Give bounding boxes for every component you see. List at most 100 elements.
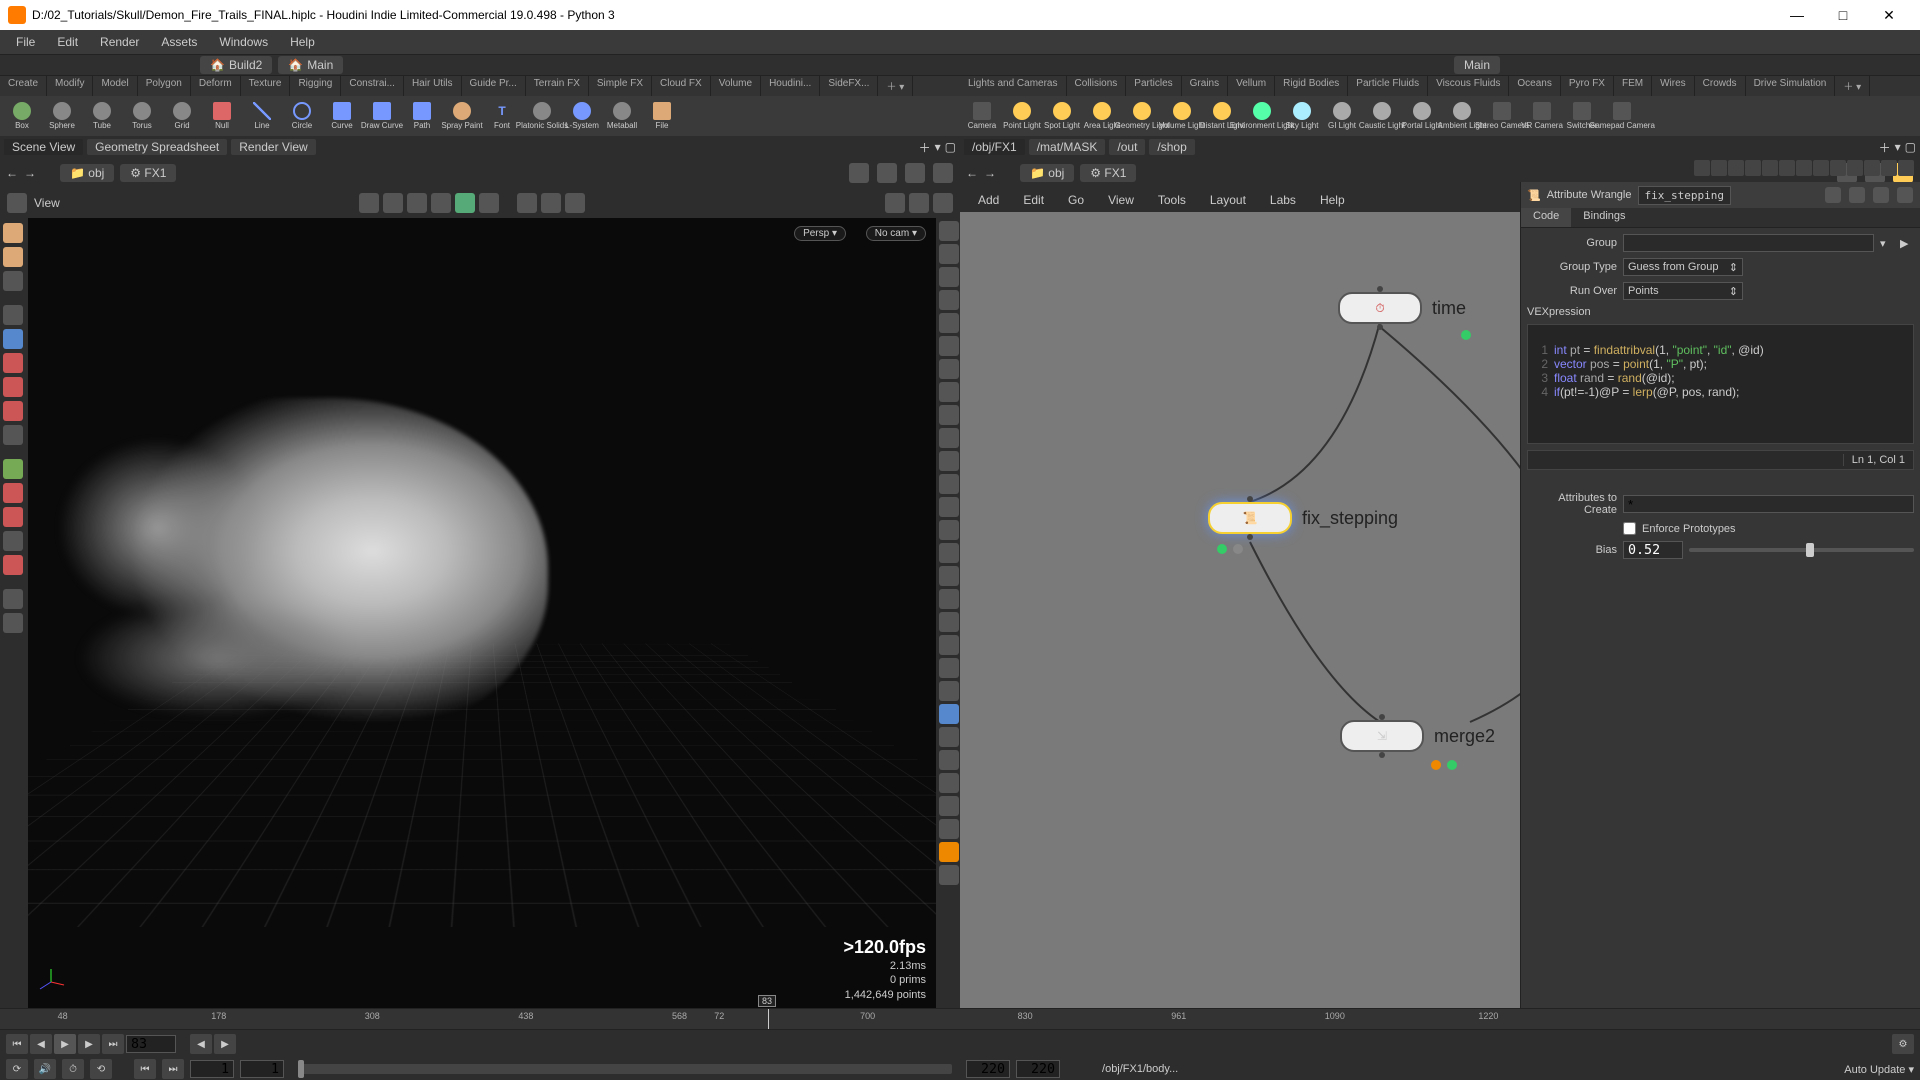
- link-icon[interactable]: [877, 163, 897, 183]
- path-fx1[interactable]: ⚙ FX1: [120, 164, 176, 182]
- add-panetab-icon[interactable]: ＋: [1879, 139, 1891, 156]
- net-toolbtn-icon[interactable]: [1847, 160, 1863, 176]
- nav-back-icon[interactable]: ←: [966, 166, 978, 180]
- goto-start-button[interactable]: ⏮: [6, 1034, 28, 1054]
- red-tool-icon[interactable]: [3, 507, 23, 527]
- tool-camera[interactable]: Camera: [962, 98, 1002, 134]
- tool-skylight[interactable]: Sky Light: [1282, 98, 1322, 134]
- tool-icon[interactable]: [3, 271, 23, 291]
- range-startb-field[interactable]: [240, 1060, 284, 1078]
- shelftab[interactable]: FEM: [1614, 76, 1652, 96]
- search-icon[interactable]: [1873, 187, 1889, 203]
- net-search-icon[interactable]: [1881, 160, 1897, 176]
- pin-build[interactable]: 🏠 Build2: [200, 56, 272, 74]
- net-toolbtn-icon[interactable]: [1796, 160, 1812, 176]
- tool-sphere[interactable]: Sphere: [42, 98, 82, 134]
- tool-drawcurve[interactable]: Draw Curve: [362, 98, 402, 134]
- display-icon[interactable]: [939, 750, 959, 770]
- menu-render[interactable]: Render: [90, 33, 149, 51]
- tool-file[interactable]: File: [642, 98, 682, 134]
- current-frame-field[interactable]: [126, 1035, 176, 1053]
- tool-icon[interactable]: [3, 425, 23, 445]
- net-toolbtn-icon[interactable]: [1728, 160, 1744, 176]
- display-icon[interactable]: [939, 497, 959, 517]
- display-icon[interactable]: [939, 612, 959, 632]
- shelftab[interactable]: Modify: [47, 76, 93, 96]
- nav-back-icon[interactable]: ←: [6, 166, 18, 180]
- nav-fwd-icon[interactable]: →: [24, 166, 36, 180]
- display-icon[interactable]: [939, 796, 959, 816]
- play-back-button[interactable]: ▶: [54, 1034, 76, 1054]
- maximize-button[interactable]: □: [1820, 0, 1866, 30]
- runover-dropdown[interactable]: Points⇕: [1623, 282, 1743, 300]
- tool-icon[interactable]: [3, 589, 23, 609]
- tool-line[interactable]: Line: [242, 98, 282, 134]
- gear2-icon[interactable]: [565, 193, 585, 213]
- shelftab[interactable]: Oceans: [1509, 76, 1560, 96]
- enforce-checkbox[interactable]: [1623, 522, 1636, 535]
- sel-pts-icon[interactable]: [383, 193, 403, 213]
- maximize-pane-icon[interactable]: ▢: [1905, 140, 1916, 154]
- net-toolbtn-icon[interactable]: [1813, 160, 1829, 176]
- panetab-menu-icon[interactable]: ▾: [1895, 140, 1901, 154]
- sel-group-icon[interactable]: [479, 193, 499, 213]
- shelftab[interactable]: Viscous Fluids: [1428, 76, 1509, 96]
- tool-vrcam[interactable]: VR Camera: [1522, 98, 1562, 134]
- camera-dropdown[interactable]: No cam ▾: [866, 226, 926, 241]
- realtime-toggle[interactable]: ⟳: [6, 1059, 28, 1079]
- tool-stereocam[interactable]: Stereo Camera: [1482, 98, 1522, 134]
- net-help-icon[interactable]: [1898, 160, 1914, 176]
- shelftab[interactable]: Rigging: [290, 76, 341, 96]
- tool-metaball[interactable]: Metaball: [602, 98, 642, 134]
- net-toolbtn-icon[interactable]: [1762, 160, 1778, 176]
- display-icon[interactable]: [939, 681, 959, 701]
- tool-volumelight[interactable]: Volume Light: [1162, 98, 1202, 134]
- display-icon[interactable]: [939, 359, 959, 379]
- warning-icon[interactable]: [939, 842, 959, 862]
- lock-icon[interactable]: [3, 329, 23, 349]
- tool-torus[interactable]: Torus: [122, 98, 162, 134]
- move-tool-icon[interactable]: [3, 305, 23, 325]
- pin-icon[interactable]: [849, 163, 869, 183]
- shelftab[interactable]: Particles: [1126, 76, 1181, 96]
- shelftab[interactable]: SideFX...: [820, 76, 878, 96]
- display-icon[interactable]: [939, 727, 959, 747]
- red-tool-icon[interactable]: [3, 401, 23, 421]
- range-end-btn[interactable]: ⏭: [162, 1059, 184, 1079]
- shelftab[interactable]: Pyro FX: [1561, 76, 1614, 96]
- prev-key-button[interactable]: ◀: [190, 1034, 212, 1054]
- netmenu-help[interactable]: Help: [1310, 191, 1355, 209]
- range-end-field[interactable]: [966, 1060, 1010, 1078]
- view-icon[interactable]: [7, 193, 27, 213]
- shelftab-add[interactable]: ＋ ▾: [1835, 76, 1870, 96]
- display-icon[interactable]: [939, 405, 959, 425]
- display-icon[interactable]: [939, 658, 959, 678]
- menu-file[interactable]: File: [6, 33, 45, 51]
- net-toolbtn-icon[interactable]: [1864, 160, 1880, 176]
- menu-assets[interactable]: Assets: [151, 33, 207, 51]
- close-button[interactable]: ✕: [1866, 0, 1912, 30]
- display-icon[interactable]: [939, 313, 959, 333]
- timeline-ruler[interactable]: 48 178 308 438 568 72 700 830 961 1090 1…: [0, 1008, 1920, 1030]
- display-icon[interactable]: [939, 382, 959, 402]
- path-obj[interactable]: 📁 obj: [1020, 164, 1074, 182]
- node-time[interactable]: ⏱ time: [1338, 292, 1422, 324]
- shelftab[interactable]: Lights and Cameras: [960, 76, 1067, 96]
- display-icon[interactable]: [939, 221, 959, 241]
- shelftab[interactable]: Drive Simulation: [1746, 76, 1836, 96]
- sel-obj-icon[interactable]: [359, 193, 379, 213]
- tool-portallight[interactable]: Portal Light: [1402, 98, 1442, 134]
- range-start-field[interactable]: [190, 1060, 234, 1078]
- shelftab[interactable]: Grains: [1182, 76, 1228, 96]
- display-icon[interactable]: [939, 267, 959, 287]
- tool-path[interactable]: Path: [402, 98, 442, 134]
- link2-icon[interactable]: [905, 163, 925, 183]
- display-icon[interactable]: [939, 543, 959, 563]
- shelftab[interactable]: Hair Utils: [404, 76, 462, 96]
- shelftab[interactable]: Polygon: [138, 76, 191, 96]
- display-icon[interactable]: [939, 819, 959, 839]
- green-tool-icon[interactable]: [3, 459, 23, 479]
- add-panetab-icon[interactable]: ＋: [919, 139, 931, 156]
- tool-grid[interactable]: Grid: [162, 98, 202, 134]
- path-obj[interactable]: 📁 obj: [60, 164, 114, 182]
